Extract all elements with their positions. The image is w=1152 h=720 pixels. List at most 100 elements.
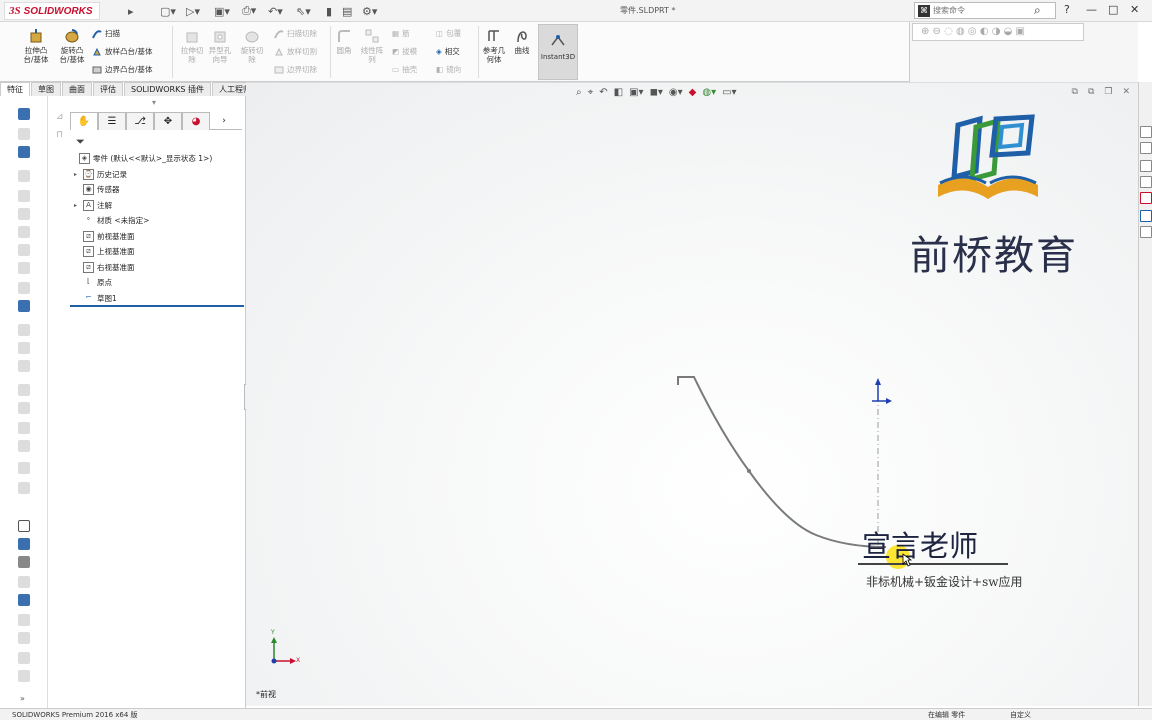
new-document-icon[interactable]: ▢▾ xyxy=(160,3,176,19)
tree-item-top-plane[interactable]: ⧄ 上视基准面 xyxy=(70,244,246,260)
graphics-area[interactable]: ⌕ ⌖ ↶ ◧ ▣▾ ◼▾ ◉▾ ◆ ◍▾ ▭▾ ⧉ ⧉ ❐ ✕ 前桥教育 Y … xyxy=(246,82,1138,706)
revolve-cut-button[interactable]: 旋转切 除 xyxy=(232,28,272,64)
filter-toggle-icon[interactable]: ⊓ xyxy=(56,130,63,140)
arc-icon[interactable] xyxy=(18,226,30,238)
expand-chevron-icon[interactable]: » xyxy=(20,694,25,703)
rectangle-icon[interactable] xyxy=(18,190,30,202)
tree-item-front-plane[interactable]: ⧄ 前视基准面 xyxy=(70,229,246,245)
panel-collapse-icon[interactable]: ▾ xyxy=(152,98,156,107)
tab-features[interactable]: 特征 xyxy=(0,82,30,96)
display-style-icon[interactable] xyxy=(18,556,30,568)
restore-icon[interactable]: □ xyxy=(1108,3,1118,16)
trim-icon[interactable] xyxy=(18,300,30,312)
menu-expand-icon[interactable]: ▸ xyxy=(128,3,134,19)
help-button[interactable]: ? xyxy=(1064,3,1070,16)
dimxpert-manager-tab-icon[interactable]: ✥ xyxy=(154,112,182,130)
tab-solidworks-addins[interactable]: SOLIDWORKS 插件 xyxy=(124,82,211,96)
rapid-sketch-icon[interactable] xyxy=(18,440,30,452)
lofted-cut-button[interactable]: 放样切割 xyxy=(274,46,317,57)
scene-icon[interactable] xyxy=(18,632,30,644)
draft-button[interactable]: ◩ 拔模 xyxy=(392,46,417,57)
tab-sketch[interactable]: 草图 xyxy=(31,82,61,96)
file-explorer-icon[interactable] xyxy=(1140,160,1152,172)
view-palette-icon[interactable] xyxy=(1140,176,1152,188)
panel-tool-icons[interactable]: ⊕ ⊖ ◌ ◍ ◎ ◐ ◑ ◒ ▣ xyxy=(921,26,1025,37)
ellipse-icon[interactable] xyxy=(18,262,30,274)
rollback-bar[interactable] xyxy=(70,305,244,307)
more-tabs-chevron-icon[interactable]: › xyxy=(210,112,238,130)
view-orientation-icon[interactable] xyxy=(18,538,30,550)
fillet-sketch-icon[interactable] xyxy=(18,282,30,294)
circle-icon[interactable] xyxy=(18,208,30,220)
appearances-icon[interactable] xyxy=(1140,192,1152,204)
expand-arrow-icon[interactable]: ▸ xyxy=(74,202,83,209)
feature-manager-tree-tab-icon[interactable]: ✋ xyxy=(70,112,98,130)
edit-appearance-icon[interactable] xyxy=(18,614,30,626)
spline-icon[interactable] xyxy=(18,244,30,256)
loft-button[interactable]: 放样凸台/基体 xyxy=(92,46,153,57)
relations-icon[interactable] xyxy=(18,384,30,396)
wrap-button[interactable]: ◫ 包覆 xyxy=(436,28,461,39)
filter-icon[interactable]: ⏷ xyxy=(76,135,85,149)
tree-item-history[interactable]: ▸ ⌚ 历史记录 xyxy=(70,167,246,183)
swept-cut-button[interactable]: 扫描切除 xyxy=(274,28,317,39)
extrude-boss-button[interactable]: 拉伸凸 台/基体 xyxy=(16,28,56,64)
pattern-icon[interactable] xyxy=(18,360,30,372)
configuration-manager-tab-icon[interactable]: ⎇ xyxy=(126,112,154,130)
convert-entities-icon[interactable] xyxy=(18,482,30,494)
rebuild-icon[interactable]: ▮ xyxy=(326,3,332,19)
linear-pattern-button[interactable]: 线性阵 列 xyxy=(352,28,392,64)
offset-icon[interactable] xyxy=(18,324,30,336)
tree-item-sketch1[interactable]: ⌐ 草图1 xyxy=(70,291,246,307)
line-icon[interactable] xyxy=(18,170,30,182)
quick-snaps-icon[interactable] xyxy=(18,422,30,434)
smart-dimension-icon[interactable] xyxy=(18,146,30,158)
magnet-icon[interactable] xyxy=(18,108,30,120)
tree-item-right-plane[interactable]: ⧄ 右视基准面 xyxy=(70,260,246,276)
forum-icon[interactable] xyxy=(1140,226,1152,238)
save-icon[interactable]: ▣▾ xyxy=(214,3,230,19)
status-units-dropdown[interactable]: 自定义 xyxy=(1010,710,1031,720)
rib-button[interactable]: ▦ 筋 xyxy=(392,28,410,39)
move-entities-icon[interactable] xyxy=(18,462,30,474)
instant3d-button[interactable]: Instant3D xyxy=(538,24,578,80)
close-icon[interactable]: ✕ xyxy=(1130,3,1139,16)
minimize-icon[interactable]: — xyxy=(1086,3,1097,16)
revolve-boss-button[interactable]: 旋转凸 台/基体 xyxy=(52,28,92,64)
sketch-tool-icon[interactable] xyxy=(18,128,30,140)
hide-show-icon[interactable] xyxy=(18,594,30,606)
search-input[interactable] xyxy=(933,6,1033,15)
tab-evaluate[interactable]: 评估 xyxy=(93,82,123,96)
tree-item-origin[interactable]: ⌊ 原点 xyxy=(70,275,246,291)
design-library-icon[interactable] xyxy=(1140,142,1152,154)
boundary-boss-button[interactable]: 边界凸台/基体 xyxy=(92,64,153,75)
select-icon[interactable]: ⇖▾ xyxy=(296,3,311,19)
intersect-button[interactable]: ◈ 相交 xyxy=(436,46,460,57)
tree-root-part[interactable]: ◈ 零件 (默认<<默认>_显示状态 1>) xyxy=(70,151,246,167)
open-icon[interactable]: ▷▾ xyxy=(186,3,200,19)
solidworks-logo[interactable]: 3S SOLIDWORKS xyxy=(4,2,100,20)
pin-icon[interactable]: ⊿ xyxy=(56,112,64,122)
view-settings-icon[interactable] xyxy=(18,652,30,664)
sweep-button[interactable]: 扫描 xyxy=(92,28,120,39)
render-icon[interactable] xyxy=(18,670,30,682)
undo-icon[interactable]: ↶▾ xyxy=(268,3,283,19)
solidworks-resources-icon[interactable] xyxy=(1140,126,1152,138)
display-manager-tab-icon[interactable]: ◕ xyxy=(182,112,210,130)
search-icon[interactable]: ⌕ xyxy=(1034,3,1041,18)
curves-button[interactable]: 曲线 xyxy=(502,28,542,55)
tab-surfaces[interactable]: 曲面 xyxy=(62,82,92,96)
text-icon[interactable] xyxy=(18,520,30,532)
tree-item-sensors[interactable]: ◉ 传感器 xyxy=(70,182,246,198)
print-icon[interactable]: ⎙▾ xyxy=(242,3,256,19)
property-manager-tab-icon[interactable]: ☰ xyxy=(98,112,126,130)
mirror-button[interactable]: ◧ 镜向 xyxy=(436,64,461,75)
file-properties-icon[interactable]: ▤ xyxy=(342,3,352,19)
shell-button[interactable]: ▭ 抽壳 xyxy=(392,64,417,75)
tree-item-material[interactable]: ⚬ 材质 <未指定> xyxy=(70,213,246,229)
tree-item-annotations[interactable]: ▸ A 注解 xyxy=(70,198,246,214)
options-gear-icon[interactable]: ⚙▾ xyxy=(362,3,377,19)
section-view-icon[interactable] xyxy=(18,576,30,588)
mirror-entities-icon[interactable] xyxy=(18,342,30,354)
expand-arrow-icon[interactable]: ▸ xyxy=(74,171,83,178)
